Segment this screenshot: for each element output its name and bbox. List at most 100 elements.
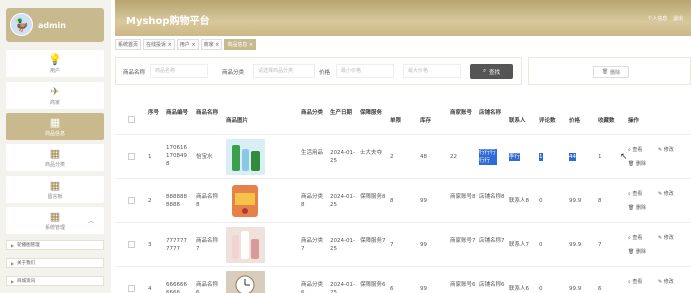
view-button[interactable]: ⌕ 查看 — [628, 146, 642, 153]
product-image — [226, 271, 265, 293]
cell-name: 商品名称8 — [196, 194, 219, 208]
col-favs[interactable]: 收藏数 — [598, 117, 615, 125]
edit-button[interactable]: ✎ 修改 — [658, 234, 674, 241]
view-button[interactable]: ⌕ 查看 — [628, 190, 642, 197]
bulk-delete-label: 删除 — [610, 69, 621, 76]
category-label: 商品分类 — [222, 70, 245, 76]
row-checkbox[interactable] — [128, 285, 135, 292]
price-min-input[interactable]: 最小价格 — [336, 64, 394, 78]
table-row: 4 6666666666 商品名称6 商品分类6 2024-01-25 保障服务… — [115, 266, 691, 293]
search-button[interactable]: ⌕ 查找 — [470, 64, 513, 79]
cell-contact: 李行 — [509, 153, 521, 161]
sidebar: 🦆 admin 💡 用户 ✈ 商家 ▦ 商品信息 ▦ 商品分类 ▦ 留言板 ▦ … — [0, 0, 111, 293]
col-stock[interactable]: 库存 — [420, 117, 431, 125]
cell-limit: 2 — [390, 154, 394, 160]
select-all-checkbox[interactable] — [128, 116, 135, 123]
delete-button[interactable]: 🗑 删除 — [628, 248, 646, 255]
col-image[interactable]: 商品图片 — [226, 117, 248, 125]
cell-date: 2024-01-25 — [330, 282, 355, 293]
tab-home[interactable]: 系统首页 — [115, 39, 142, 50]
cosmetics-icon — [232, 231, 259, 259]
breadcrumb-tabs: 系统首页 在线投诉 × 用户 × 商家 × 商品信息 × — [115, 38, 691, 51]
cell-seq: 2 — [148, 198, 152, 204]
delete-button[interactable]: 🗑 删除 — [628, 204, 646, 211]
sidebar-subitem-about[interactable]: ▶ 关于我们 — [6, 258, 104, 268]
sidebar-item-merchants[interactable]: ✈ 商家 — [6, 82, 104, 109]
sidebar-item-messages[interactable]: ▦ 留言板 — [6, 176, 104, 203]
cell-comments: 0 — [539, 242, 543, 248]
tab-products[interactable]: 商品信息 × — [224, 39, 257, 50]
clock-icon — [235, 275, 255, 293]
cell-shop: 店铺名称7 — [479, 238, 505, 244]
edit-button[interactable]: ✎ 修改 — [658, 190, 674, 197]
table-row: 3 7777777777 商品名称7 商品分类7 2024-01-25 保障服务… — [115, 222, 691, 266]
row-checkbox[interactable] — [128, 241, 135, 248]
paper-plane-icon: ✈ — [50, 84, 60, 98]
tab-merchants[interactable]: 商家 × — [200, 39, 223, 50]
col-category[interactable]: 商品分类 — [301, 109, 325, 117]
price-max-input[interactable]: 最大价格 — [403, 64, 461, 78]
col-price[interactable]: 价格 — [569, 117, 580, 125]
col-actions: 操作 — [628, 118, 640, 124]
cell-service: 保障服务8 — [360, 194, 386, 200]
cell-contact: 联系人7 — [509, 242, 529, 248]
col-date[interactable]: 生产日期 — [330, 109, 354, 117]
tab-complaints[interactable]: 在线投诉 × — [143, 39, 175, 50]
cell-shop: 行行行行行 — [479, 149, 497, 165]
cell-merchant: 商家账号6 — [450, 282, 476, 288]
cell-stock: 99 — [420, 286, 427, 292]
cell-stock: 99 — [420, 198, 427, 204]
edit-button[interactable]: ✎ 修改 — [658, 278, 674, 285]
cell-date: 2024-01-25 — [330, 150, 355, 164]
bulk-action-panel: 🗑 删除 — [528, 57, 691, 85]
sidebar-item-label: 商品信息 — [44, 130, 65, 137]
cell-limit: 8 — [390, 198, 394, 204]
top-header: Myshop购物平台 个人信息 退出 — [115, 0, 691, 36]
logout-link[interactable]: 退出 — [673, 16, 683, 22]
row-checkbox[interactable] — [128, 153, 135, 160]
sidebar-item-products[interactable]: ▦ 商品信息 — [6, 113, 104, 140]
cell-stock: 48 — [420, 154, 427, 160]
edit-label: 修改 — [663, 147, 674, 153]
sidebar-item-categories[interactable]: ▦ 商品分类 — [6, 144, 104, 171]
edit-label: 修改 — [663, 191, 674, 197]
col-name[interactable]: 商品名称 — [196, 109, 220, 117]
name-input[interactable]: 商品名称 — [150, 64, 208, 78]
cell-price: 99.9 — [569, 242, 582, 248]
sidebar-item-users[interactable]: 💡 用户 — [6, 50, 104, 77]
col-comments[interactable]: 评论数 — [539, 117, 556, 125]
tab-users[interactable]: 用户 × — [176, 39, 199, 50]
category-select[interactable]: 请选择商品分类 — [253, 64, 315, 78]
col-merchant[interactable]: 商家账号 — [450, 109, 474, 117]
light-bulb-icon: 💡 — [48, 52, 62, 66]
col-contact[interactable]: 联系人 — [509, 117, 526, 125]
col-limit[interactable]: 单限 — [390, 117, 401, 125]
sidebar-subitem-news[interactable]: ▶ 商城资讯 — [6, 276, 104, 286]
col-service[interactable]: 保障服务 — [360, 109, 386, 117]
view-button[interactable]: ⌕ 查看 — [628, 234, 642, 241]
profile-link[interactable]: 个人信息 — [647, 16, 667, 22]
col-shop[interactable]: 店铺名称 — [479, 109, 503, 117]
grid-icon: ▦ — [49, 209, 61, 223]
grid-icon: ▦ — [49, 115, 61, 129]
cell-price: 99.9 — [569, 286, 582, 292]
cell-stock: 99 — [420, 242, 427, 248]
cell-favs: 6 — [598, 286, 602, 292]
row-checkbox[interactable] — [128, 197, 135, 204]
cell-date: 2024-01-25 — [330, 238, 355, 252]
cell-code: 1706161708498 — [166, 145, 187, 167]
cell-category: 商品分类7 — [301, 238, 324, 252]
bulk-delete-button[interactable]: 🗑 删除 — [593, 66, 629, 78]
trash-icon: 🗑 — [628, 161, 636, 167]
sidebar-item-system[interactable]: ▦ 系统管理 ︿ — [6, 207, 104, 234]
page-title: Myshop购物平台 — [126, 16, 210, 27]
col-code[interactable]: 商品编号 — [166, 109, 190, 117]
view-button[interactable]: ⌕ 查看 — [628, 278, 642, 285]
edit-button[interactable]: ✎ 修改 — [658, 146, 674, 153]
cell-price: 99.9 — [569, 198, 582, 204]
cell-shop: 店铺名称8 — [479, 194, 505, 200]
cell-category: 商品分类8 — [301, 194, 324, 208]
delete-button[interactable]: 🗑 删除 — [628, 160, 646, 167]
cell-category: 生活用品 — [301, 150, 324, 156]
sidebar-subitem-carousel[interactable]: ▶ 轮播图管理 — [6, 240, 104, 250]
